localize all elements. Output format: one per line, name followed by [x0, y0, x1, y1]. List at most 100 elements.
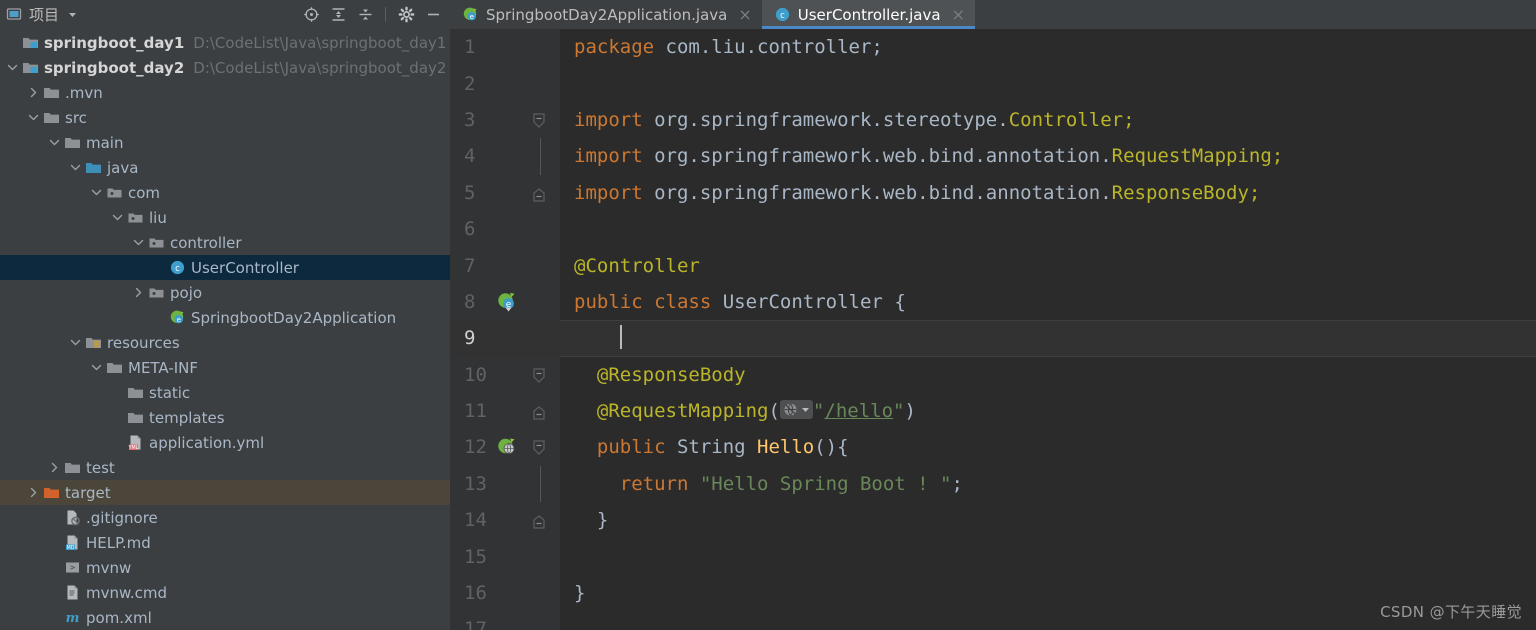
- gutter-line-4[interactable]: 4: [450, 138, 560, 175]
- chevron-right-icon[interactable]: [48, 461, 61, 474]
- tree-item-test[interactable]: test: [0, 455, 450, 480]
- code-line-14: }: [560, 502, 1536, 538]
- gutter-line-3[interactable]: 3: [450, 102, 560, 138]
- tree-item-liu[interactable]: liu: [0, 205, 450, 230]
- chevron-down-icon[interactable]: [111, 211, 124, 224]
- tree-item-mvnw-cmd[interactable]: mvnw.cmd: [0, 580, 450, 605]
- project-tree[interactable]: springboot_day1 D:\CodeList\Java\springbo…: [0, 28, 450, 630]
- svg-text:m: m: [66, 611, 80, 626]
- close-icon[interactable]: ×: [738, 6, 751, 23]
- chevron-down-icon[interactable]: [27, 111, 40, 124]
- tree-item-controller[interactable]: controller: [0, 230, 450, 255]
- fold-end-icon[interactable]: [532, 512, 548, 529]
- code-line-11: @RequestMapping("/hello "): [560, 393, 1536, 429]
- project-panel-icon: [6, 6, 22, 22]
- tree-item-com[interactable]: com: [0, 180, 450, 205]
- gutter-line-16[interactable]: 16: [450, 575, 560, 611]
- line-number: 15: [464, 545, 487, 568]
- gutter-line-11[interactable]: 11: [450, 393, 560, 429]
- fold-end-icon[interactable]: [532, 403, 548, 420]
- chevron-down-icon[interactable]: [90, 361, 103, 374]
- gutter-line-7[interactable]: 7: [450, 247, 560, 283]
- package-icon: [106, 184, 123, 201]
- fold-start-icon[interactable]: [532, 439, 548, 456]
- tree-item-java[interactable]: java: [0, 155, 450, 180]
- gutter-line-12[interactable]: 12: [450, 429, 560, 465]
- gitignore-file-icon: [64, 509, 81, 526]
- chevron-down-icon[interactable]: [69, 161, 82, 174]
- gutter-line-15[interactable]: 15: [450, 538, 560, 574]
- code-line-9-current[interactable]: [560, 320, 1536, 357]
- url-mapping-link[interactable]: /hello: [824, 400, 893, 422]
- tree-item-templates[interactable]: templates: [0, 405, 450, 430]
- chevron-down-icon[interactable]: [48, 136, 61, 149]
- fold-end-icon[interactable]: [532, 185, 548, 202]
- expand-all-icon[interactable]: [327, 3, 349, 25]
- tree-item-main[interactable]: main: [0, 130, 450, 155]
- tree-item-resources[interactable]: resources: [0, 330, 450, 355]
- chevron-right-icon[interactable]: [132, 286, 145, 299]
- editor-gutter[interactable]: 1 2 3 4 5 6 7 8 e 9 10 11 12 13 14 15 16 17: [450, 29, 560, 630]
- chevron-right-icon[interactable]: [27, 86, 40, 99]
- tree-item-meta-inf[interactable]: META-INF: [0, 355, 450, 380]
- code-line-1: package com.liu.controller;: [560, 29, 1536, 65]
- chevron-down-icon[interactable]: [69, 336, 82, 349]
- code-editor[interactable]: 1 2 3 4 5 6 7 8 e 9 10 11 12 13 14 15 16 17 package com.l…: [450, 29, 1536, 630]
- tree-item-target[interactable]: target: [0, 480, 450, 505]
- editor-tab-usercontroller[interactable]: c UserController.java ×: [761, 0, 976, 29]
- import-package: org.springframework.stereotype.: [642, 108, 1009, 131]
- locate-file-icon[interactable]: [300, 3, 322, 25]
- tree-item-springboot-day2[interactable]: springboot_day2 D:\CodeList\Java\springbo…: [0, 55, 450, 80]
- gutter-line-6[interactable]: 6: [450, 211, 560, 247]
- gutter-line-17[interactable]: 17: [450, 611, 560, 630]
- close-icon[interactable]: ×: [952, 6, 965, 23]
- chevron-down-icon[interactable]: [6, 61, 19, 74]
- gutter-line-14[interactable]: 14: [450, 502, 560, 538]
- chevron-down-icon[interactable]: [90, 186, 103, 199]
- spring-bean-browser-icon[interactable]: e: [496, 291, 518, 313]
- line-number: 12: [464, 436, 487, 459]
- gutter-line-13[interactable]: 13: [450, 465, 560, 503]
- spring-mapping-icon[interactable]: [496, 436, 518, 458]
- editor-tab-label: SpringbootDay2Application.java: [486, 5, 728, 24]
- tree-item-pojo[interactable]: pojo: [0, 280, 450, 305]
- tree-item-springbootday2application[interactable]: e SpringbootDay2Application: [0, 305, 450, 330]
- return-type: String: [665, 436, 746, 459]
- minimize-icon[interactable]: [422, 3, 444, 25]
- tree-item-static[interactable]: static: [0, 380, 450, 405]
- collapse-all-icon[interactable]: [354, 3, 376, 25]
- open-paren: (: [768, 400, 780, 423]
- code-content[interactable]: package com.liu.controller; import org.s…: [560, 29, 1536, 630]
- gutter-line-10[interactable]: 10: [450, 357, 560, 393]
- gutter-line-1[interactable]: 1: [450, 29, 560, 65]
- tree-item-usercontroller[interactable]: c UserController: [0, 255, 450, 280]
- class-name: UserController: [711, 290, 883, 313]
- gear-icon[interactable]: [395, 3, 417, 25]
- line-number: 16: [464, 582, 487, 605]
- chevron-right-icon[interactable]: [27, 486, 40, 499]
- chevron-down-icon[interactable]: [132, 236, 145, 249]
- fold-start-icon[interactable]: [532, 112, 548, 128]
- tree-item-label: UserController: [191, 258, 299, 277]
- tree-item-application-yml[interactable]: YML application.yml: [0, 430, 450, 455]
- tree-item-springboot-day1[interactable]: springboot_day1 D:\CodeList\Java\springbo…: [0, 30, 450, 55]
- tree-item-pom-xml[interactable]: m pom.xml: [0, 605, 450, 630]
- line-number: 5: [464, 181, 476, 204]
- chevron-down-icon[interactable]: [66, 8, 79, 21]
- close-paren: ): [904, 400, 916, 423]
- tree-item-src[interactable]: src: [0, 105, 450, 130]
- web-url-icon[interactable]: [779, 399, 813, 419]
- string-quote-open: ": [812, 400, 825, 423]
- gutter-line-9[interactable]: 9: [450, 320, 560, 357]
- gutter-line-5[interactable]: 5: [450, 175, 560, 211]
- tree-item-help-md[interactable]: MD HELP.md: [0, 530, 450, 555]
- tree-item--mvn[interactable]: .mvn: [0, 80, 450, 105]
- gutter-line-8[interactable]: 8e: [450, 284, 560, 320]
- tree-item-mvnw[interactable]: > mvnw: [0, 555, 450, 580]
- fold-start-icon[interactable]: [532, 367, 548, 383]
- gutter-line-2[interactable]: 2: [450, 65, 560, 101]
- tree-item--gitignore[interactable]: .gitignore: [0, 505, 450, 530]
- keyword-return: return: [619, 472, 689, 495]
- editor-tab-springbootday2application[interactable]: e SpringbootDay2Application.java ×: [450, 0, 762, 29]
